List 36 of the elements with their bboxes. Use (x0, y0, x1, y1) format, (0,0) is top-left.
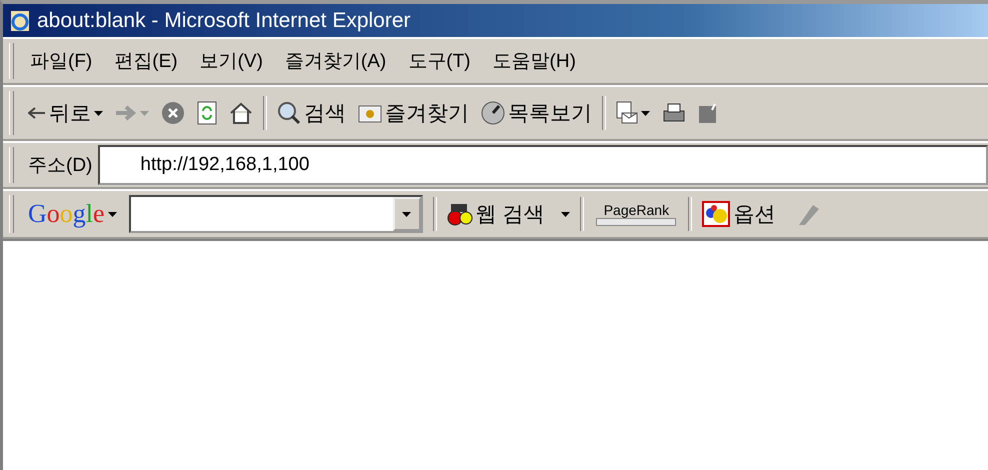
caret-icon (108, 212, 117, 216)
binoculars-icon (446, 202, 473, 226)
toolbar-button[interactable]: 목록보기 (475, 99, 598, 127)
refresh-icon (197, 101, 217, 125)
stop-icon (161, 101, 185, 125)
menu-item[interactable]: 파일(F) (22, 48, 106, 74)
toolbar-button[interactable]: 즐겨찾기 (352, 99, 475, 127)
mail-icon (616, 101, 638, 125)
clock-icon (481, 101, 505, 125)
back-arrow-icon (28, 106, 46, 120)
edit-icon (698, 102, 716, 124)
options-button[interactable]: 옵션 (696, 200, 782, 228)
folder-icon (358, 103, 382, 123)
browser-icon (9, 10, 31, 32)
google-search-field[interactable] (128, 195, 423, 233)
printer-icon (662, 102, 686, 124)
address-label: 주소(D) (27, 154, 94, 178)
address-field[interactable]: http://192,168,1,100 (98, 145, 988, 185)
menu-item[interactable]: 편집(E) (106, 48, 192, 74)
web-search-button[interactable]: 웹 검색 (440, 200, 576, 228)
caret-icon (402, 212, 412, 216)
forward-arrow-icon (115, 105, 137, 121)
menu-item[interactable]: 즐겨찾기(A) (276, 48, 400, 74)
google-menu-button[interactable]: Google (22, 199, 123, 229)
window-title: about:blank - Microsoft Internet Explorer (37, 8, 411, 32)
search-icon (277, 101, 301, 125)
toolbar-button[interactable]: 뒤로 (22, 99, 109, 127)
menu-item[interactable]: 도움말(H) (484, 48, 590, 74)
menu-item[interactable]: 보기(V) (192, 48, 277, 74)
dropdown-button[interactable] (392, 197, 421, 231)
menu-item[interactable]: 도구(T) (400, 48, 485, 74)
toolbar-button[interactable]: 검색 (271, 99, 352, 127)
caret-icon (561, 212, 570, 216)
balls-icon (702, 201, 730, 227)
home-icon (229, 102, 253, 124)
pagerank-label: PageRank (604, 202, 670, 218)
